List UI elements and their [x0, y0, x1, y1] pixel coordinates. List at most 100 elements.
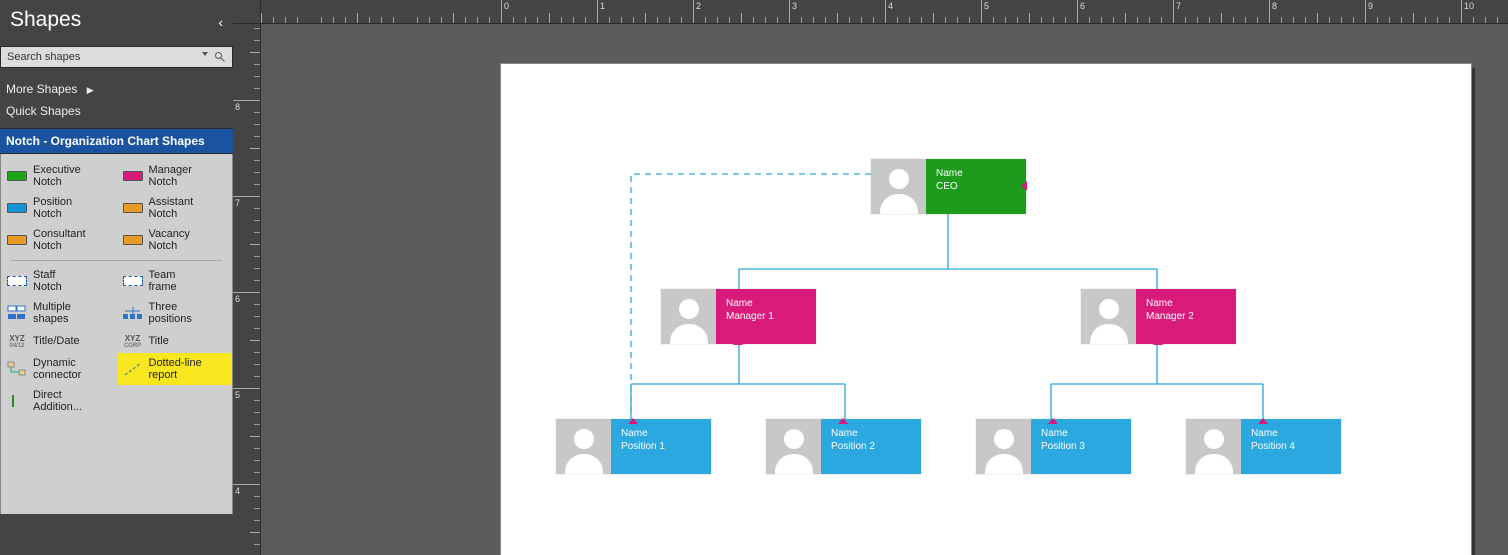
p4-name: Name	[1251, 427, 1331, 440]
stencil-shape-label: Threepositions	[149, 301, 192, 325]
org-node-manager-1[interactable]: Name Manager 1	[661, 289, 816, 344]
search-placeholder: Search shapes	[7, 51, 80, 63]
stencil-shape-icon	[123, 361, 143, 377]
stencil-shape-icon	[7, 273, 27, 289]
panel-title-label: Shapes	[10, 8, 81, 31]
p3-name: Name	[1041, 427, 1121, 440]
stencil-shape-icon: XYZ04/12	[7, 333, 27, 349]
stencil-shape-icon	[7, 200, 27, 216]
avatar-icon	[1186, 419, 1241, 474]
stencil-shape[interactable]: Threepositions	[117, 297, 233, 329]
stencil-shape-label: AssistantNotch	[149, 196, 194, 220]
stencil-shape-label: Multipleshapes	[33, 301, 71, 325]
p1-title: Position 1	[621, 440, 701, 453]
notch-icon	[628, 418, 638, 424]
quick-shapes-label: Quick Shapes	[6, 104, 81, 118]
more-shapes-menu[interactable]: More Shapes ▶	[0, 78, 233, 100]
mgr2-title: Manager 2	[1146, 310, 1226, 323]
stencil-shape-label: VacancyNotch	[149, 228, 190, 252]
drawing-page[interactable]: Name CEO Name Manager 1 Name Manager 2	[501, 64, 1471, 555]
stencil-shape-label: ExecutiveNotch	[33, 164, 81, 188]
org-node-position-3[interactable]: Name Position 3	[976, 419, 1131, 474]
p2-title: Position 2	[831, 440, 911, 453]
stencil-shape-icon: XYZCORP	[123, 333, 143, 349]
mgr2-name: Name	[1146, 297, 1226, 310]
stencil-shape-label: Title	[149, 335, 169, 347]
stencil-shape-icon	[123, 273, 143, 289]
p2-name: Name	[831, 427, 911, 440]
avatar-icon	[661, 289, 716, 344]
stencil-shape[interactable]: Dotted-linereport	[117, 353, 233, 385]
quick-shapes-menu[interactable]: Quick Shapes	[0, 100, 233, 122]
stencil-body: ExecutiveNotch ManagerNotch PositionNotch A…	[0, 154, 233, 514]
stencil-shape[interactable]: StaffNotch	[1, 265, 117, 297]
avatar-icon	[976, 419, 1031, 474]
stencil-shape[interactable]: XYZCORP Title	[117, 329, 233, 353]
stencil-shape[interactable]: AssistantNotch	[117, 192, 233, 224]
stencil-shape[interactable]: Dynamicconnector	[1, 353, 117, 385]
org-node-position-2[interactable]: Name Position 2	[766, 419, 921, 474]
search-input[interactable]: Search shapes	[0, 46, 233, 68]
stencil-shape-label: Dotted-linereport	[149, 357, 202, 381]
notch-icon	[1153, 339, 1163, 345]
collapse-panel-icon[interactable]: ‹	[218, 14, 223, 30]
stencil-shape[interactable]: ConsultantNotch	[1, 224, 117, 256]
stencil-shape-icon	[7, 168, 27, 184]
org-node-manager-2[interactable]: Name Manager 2	[1081, 289, 1236, 344]
ruler-horizontal[interactable]: 0123456789101112	[261, 0, 1508, 24]
ceo-name: Name	[936, 167, 1016, 180]
stencil-shape-icon	[7, 232, 27, 248]
ruler-vertical[interactable]: 9876543	[233, 24, 261, 555]
stencil-shape-icon	[123, 305, 143, 321]
stencil-shape[interactable]: XYZ04/12 Title/Date	[1, 329, 117, 353]
stencil-shape-label: Title/Date	[33, 335, 80, 347]
chevron-down-icon[interactable]	[202, 52, 208, 56]
shapes-panel: Shapes ‹ Search shapes More Shapes ▶ Qui…	[0, 0, 233, 555]
stencil-shape-label: DirectAddition...	[33, 389, 82, 413]
stencil-title[interactable]: Notch - Organization Chart Shapes	[0, 128, 233, 154]
stencil-shape[interactable]: VacancyNotch	[117, 224, 233, 256]
stencil-shape[interactable]: Multipleshapes	[1, 297, 117, 329]
stencil-shape-icon	[123, 200, 143, 216]
stencil-shape-icon	[7, 361, 27, 377]
avatar-icon	[871, 159, 926, 214]
org-node-position-1[interactable]: Name Position 1	[556, 419, 711, 474]
avatar-icon	[556, 419, 611, 474]
canvas-area: 0123456789101112 9876543	[233, 0, 1508, 555]
connectors	[501, 64, 1471, 555]
ceo-title: CEO	[936, 180, 1016, 193]
ruler-corner	[233, 0, 261, 24]
org-node-ceo[interactable]: Name CEO	[871, 159, 1026, 214]
stencil-shape-label: PositionNotch	[33, 196, 72, 220]
stencil-shape[interactable]: Teamframe	[117, 265, 233, 297]
chevron-right-icon: ▶	[87, 85, 94, 95]
stencil-shape-label: Dynamicconnector	[33, 357, 81, 381]
search-icon[interactable]	[214, 51, 226, 63]
stencil-shape-label: StaffNotch	[33, 269, 62, 293]
p3-title: Position 3	[1041, 440, 1121, 453]
notch-icon	[1021, 181, 1027, 191]
stencil-shape-icon	[123, 232, 143, 248]
stencil-shape-icon	[7, 393, 27, 409]
more-shapes-label: More Shapes	[6, 82, 77, 96]
panel-title: Shapes ‹	[0, 0, 233, 46]
mgr1-name: Name	[726, 297, 806, 310]
org-node-position-4[interactable]: Name Position 4	[1186, 419, 1341, 474]
avatar-icon	[1081, 289, 1136, 344]
canvas-scroll[interactable]: Name CEO Name Manager 1 Name Manager 2	[261, 24, 1508, 555]
stencil-shape[interactable]: ManagerNotch	[117, 160, 233, 192]
stencil-shape-label: ConsultantNotch	[33, 228, 86, 252]
stencil-shape-label: Teamframe	[149, 269, 177, 293]
stencil-shape-icon	[123, 168, 143, 184]
notch-icon	[1258, 418, 1268, 424]
p1-name: Name	[621, 427, 701, 440]
stencil-shape-label: ManagerNotch	[149, 164, 192, 188]
stencil-shape[interactable]: PositionNotch	[1, 192, 117, 224]
notch-icon	[733, 339, 743, 345]
p4-title: Position 4	[1251, 440, 1331, 453]
notch-icon	[1048, 418, 1058, 424]
notch-icon	[838, 418, 848, 424]
stencil-title-label: Notch - Organization Chart Shapes	[6, 134, 205, 148]
stencil-shape[interactable]: ExecutiveNotch	[1, 160, 117, 192]
stencil-shape[interactable]: DirectAddition...	[1, 385, 117, 417]
